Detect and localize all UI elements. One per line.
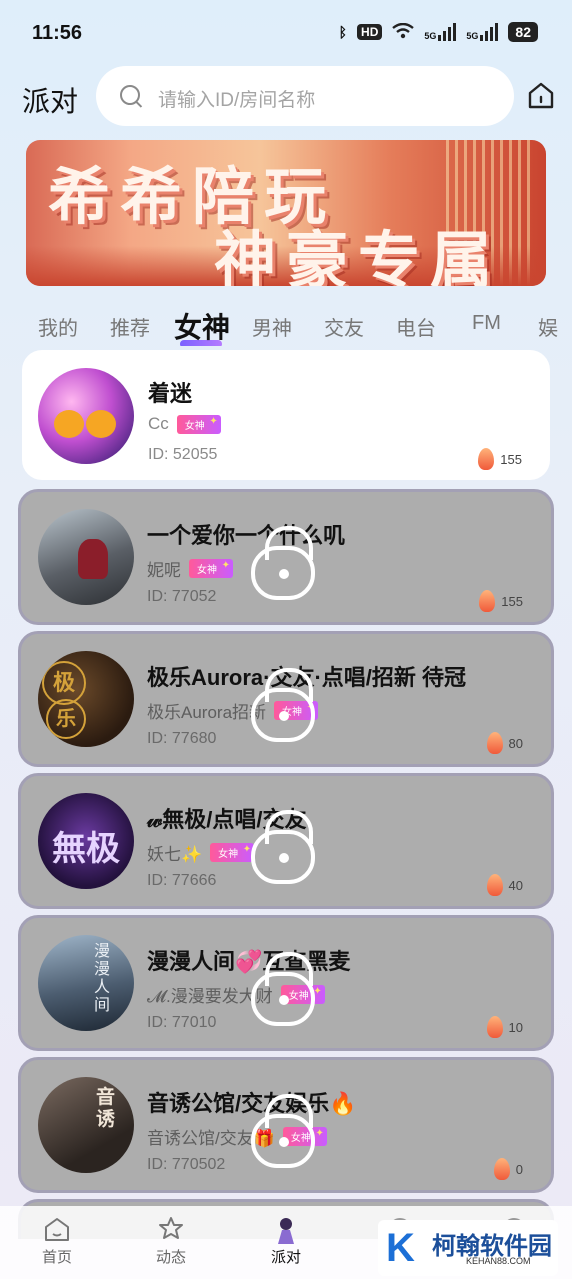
host-name: 妮呢: [147, 561, 181, 580]
goddess-badge: 女神: [176, 414, 221, 434]
room-avatar: [38, 509, 134, 605]
heat-count: 155: [500, 451, 522, 467]
nav-home-label: 首页: [41, 1249, 72, 1266]
tab-goddess[interactable]: 女神: [174, 306, 230, 346]
flame-icon: [478, 448, 495, 470]
room-heat: 40: [486, 874, 523, 896]
room-id: ID: 77666: [147, 872, 217, 889]
room-card-locked[interactable]: 音诱 音诱公馆/交友娱乐🔥 音诱公馆/交友🎁 女神 ID: 770502 0: [18, 1057, 554, 1193]
hd-icon: HD: [357, 24, 383, 40]
room-heat: 155: [479, 590, 523, 612]
room-heat: 80: [486, 732, 523, 754]
party-icon: [272, 1216, 300, 1244]
lock-icon: [251, 1094, 323, 1170]
tab-recommend[interactable]: 推荐: [110, 312, 150, 341]
room-id: ID: 52055: [148, 446, 218, 463]
heat-count: 40: [508, 877, 523, 893]
status-bar: 11:56 ᛒ HD 5G 5G 82: [0, 0, 572, 64]
nav-party-label: 派对: [270, 1249, 301, 1266]
category-tabs: 我的 推荐 女神 男神 交友 电台 FM 娱: [22, 306, 572, 346]
banner-line-2: 神豪专属: [214, 227, 503, 286]
tab-mine[interactable]: 我的: [38, 312, 78, 341]
tab-entertainment[interactable]: 娱: [538, 312, 558, 341]
tab-god[interactable]: 男神: [252, 312, 292, 341]
flame-icon: [486, 732, 503, 754]
promo-banner[interactable]: 希希陪玩 神豪专属: [26, 140, 546, 286]
room-card-locked[interactable]: 漫漫人间 漫漫人间💞互查黑麦 𝓜.漫漫要发大财 女神 ID: 77010 10: [18, 915, 554, 1051]
home-icon: [43, 1216, 71, 1242]
home-icon[interactable]: [526, 80, 556, 110]
host-name: 妖七✨: [147, 845, 203, 864]
host-name: 极乐Aurora招新: [147, 703, 267, 722]
watermark-en: KEHAN88.COM: [466, 1256, 531, 1266]
bluetooth-icon: ᛒ: [338, 24, 348, 40]
room-id: ID: 77052: [147, 588, 217, 605]
room-card-locked[interactable]: 极 乐 极乐Aurora·交友·点唱/招新 待冠 极乐Aurora招新 女神 I…: [18, 631, 554, 767]
lock-icon: [251, 526, 323, 602]
room-avatar: 漫漫人间: [38, 935, 134, 1031]
tab-friends[interactable]: 交友: [324, 312, 364, 341]
wifi-icon: [392, 22, 415, 42]
lock-icon: [251, 952, 323, 1028]
search-bar[interactable]: 请输入ID/房间名称: [96, 66, 514, 126]
status-icons: ᛒ HD 5G 5G 82: [339, 22, 538, 42]
room-heat: 155: [478, 448, 522, 470]
room-avatar: 無极: [38, 793, 134, 889]
clock: 11:56: [32, 22, 83, 44]
heat-count: 10: [508, 1019, 523, 1035]
nav-party[interactable]: 派对: [246, 1216, 326, 1267]
moments-icon: [157, 1216, 185, 1242]
tab-fm[interactable]: FM: [472, 312, 501, 335]
host-name: Cc: [148, 414, 169, 433]
room-host: 妖七✨ 女神: [147, 840, 255, 865]
room-avatar: [38, 368, 134, 464]
watermark-k-icon: K: [386, 1226, 415, 1270]
goddess-badge: 女神: [189, 559, 233, 578]
watermark-logo: K 柯翰软件园 KEHAN88.COM: [378, 1220, 558, 1276]
room-host: Cc 女神: [148, 414, 221, 434]
room-name: 着迷: [148, 381, 193, 406]
room-heat: 10: [486, 1016, 523, 1038]
heat-count: 80: [508, 735, 523, 751]
nav-home[interactable]: 首页: [17, 1216, 97, 1267]
flame-icon: [493, 1158, 510, 1180]
lock-icon: [251, 810, 323, 886]
lock-icon: [251, 668, 323, 744]
signal-1: 5G: [424, 23, 457, 41]
nav-moments-label: 动态: [155, 1249, 186, 1266]
room-id: ID: 77680: [147, 730, 217, 747]
heat-count: 155: [501, 593, 523, 609]
room-card-locked[interactable]: 一个爱你一个什么叽 妮呢 女神 ID: 77052 155: [18, 489, 554, 625]
room-card-locked[interactable]: 無极 𝓌無极/点唱/交友 妖七✨ 女神 ID: 77666 40: [18, 773, 554, 909]
goddess-badge: 女神: [210, 843, 255, 862]
room-heat: 0: [493, 1158, 523, 1180]
room-avatar: 音诱: [38, 1077, 134, 1173]
room-card[interactable]: 着迷 Cc 女神 ID: 52055 155: [22, 350, 550, 480]
page-title: 派对: [22, 86, 79, 117]
flame-icon: [486, 874, 503, 896]
room-host: 妮呢 女神: [147, 556, 233, 581]
flame-icon: [486, 1016, 503, 1038]
nav-moments[interactable]: 动态: [131, 1216, 211, 1267]
signal-2: 5G: [466, 23, 499, 41]
room-avatar: 极 乐: [38, 651, 134, 747]
search-icon: [120, 85, 140, 105]
room-id: ID: 77010: [147, 1014, 217, 1031]
tab-radio[interactable]: 电台: [396, 312, 436, 341]
heat-count: 0: [515, 1161, 523, 1177]
search-placeholder: 请输入ID/房间名称: [158, 90, 316, 111]
battery-indicator: 82: [508, 22, 538, 42]
flame-icon: [479, 590, 496, 612]
room-id: ID: 770502: [147, 1156, 226, 1173]
